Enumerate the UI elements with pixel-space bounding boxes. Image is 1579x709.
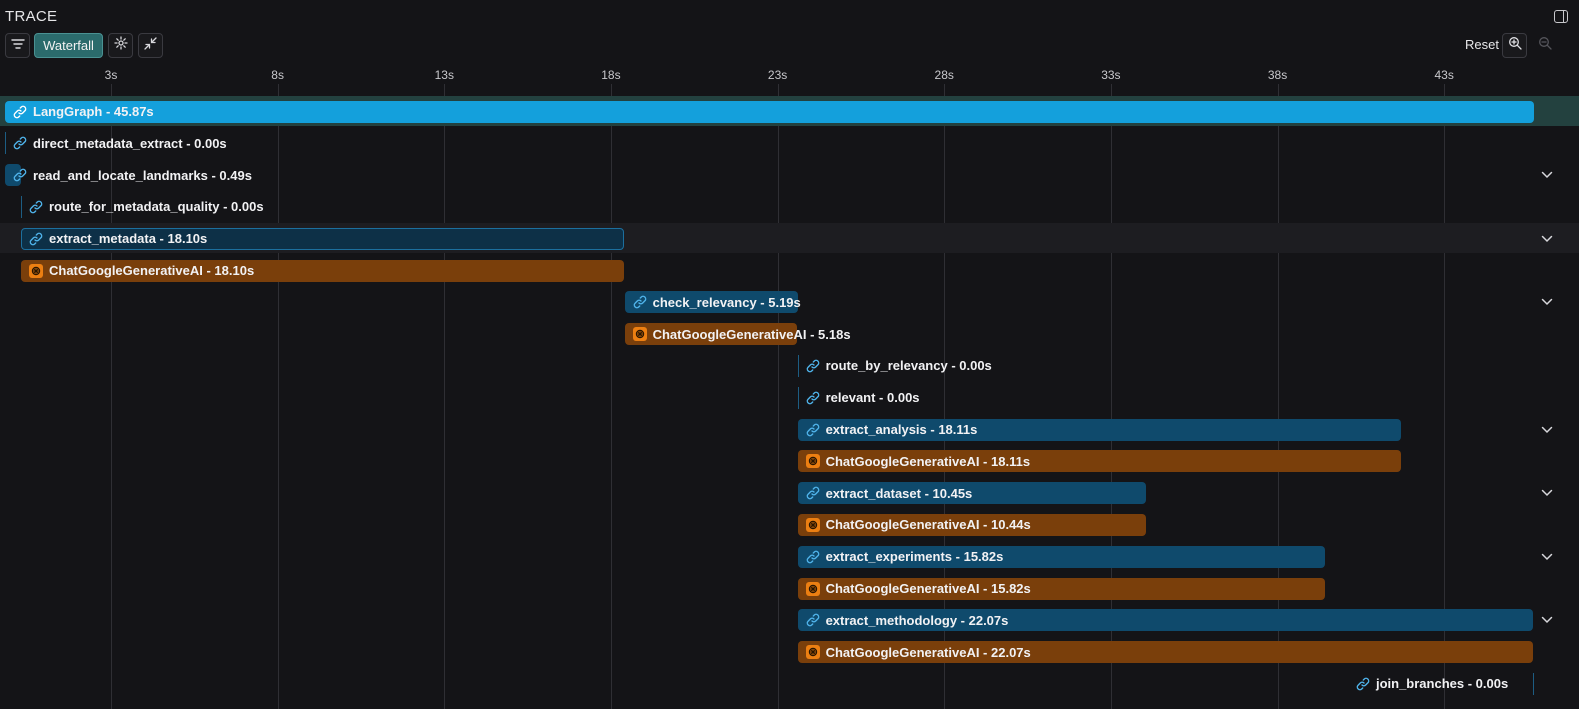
chevron-down-icon[interactable] xyxy=(1540,168,1554,182)
zero-duration-span-marker[interactable] xyxy=(21,195,22,218)
span-row-label[interactable]: read_and_locate_landmarks - 0.49s xyxy=(13,164,252,186)
span-row-label[interactable]: ChatGoogleGenerativeAI - 18.10s xyxy=(29,260,254,282)
filter-button[interactable] xyxy=(5,33,30,58)
span-row-label[interactable]: extract_analysis - 18.11s xyxy=(806,419,978,441)
zoom-in-button[interactable] xyxy=(1502,33,1527,58)
zoom-out-icon xyxy=(1538,36,1552,55)
chevron-down-icon[interactable] xyxy=(1540,295,1554,309)
llm-icon xyxy=(805,645,820,660)
zero-duration-span-marker[interactable] xyxy=(797,386,799,409)
llm-icon xyxy=(805,517,820,532)
gear-icon xyxy=(113,36,128,55)
span-row-label[interactable]: extract_metadata - 18.10s xyxy=(29,228,207,250)
span-row-label[interactable]: join_branches - 0.00s xyxy=(1356,673,1508,695)
link-icon xyxy=(13,105,27,119)
span-row-label[interactable]: LangGraph - 45.87s xyxy=(13,101,154,123)
span-label-text: extract_experiments - 15.82s xyxy=(825,549,1004,565)
link-icon xyxy=(13,168,27,182)
axis-tick-label: 13s xyxy=(434,68,454,82)
span-row-label[interactable]: extract_experiments - 15.82s xyxy=(806,546,1004,568)
link-icon xyxy=(13,136,27,150)
span-label-text: relevant - 0.00s xyxy=(825,390,920,406)
filter-icon xyxy=(10,37,25,55)
link-icon xyxy=(1356,677,1370,691)
span-row-label[interactable]: ChatGoogleGenerativeAI - 18.11s xyxy=(805,450,1031,472)
span-row-label[interactable]: ChatGoogleGenerativeAI - 5.18s xyxy=(632,323,851,345)
chevron-down-icon[interactable] xyxy=(1540,423,1554,437)
span-label-text: check_relevancy - 5.19s xyxy=(652,294,801,310)
zero-duration-span-marker[interactable] xyxy=(797,354,799,377)
axis-tick-label: 38s xyxy=(1267,68,1288,82)
span-row-label[interactable]: check_relevancy - 5.19s xyxy=(633,291,801,313)
link-icon xyxy=(29,232,43,246)
span-label-text: ChatGoogleGenerativeAI - 5.18s xyxy=(652,326,851,342)
llm-icon xyxy=(632,327,647,342)
link-icon xyxy=(806,391,820,405)
link-icon xyxy=(806,550,820,564)
root-span-bar[interactable] xyxy=(5,100,1534,123)
axis-gridline xyxy=(610,84,612,709)
span-label-text: read_and_locate_landmarks - 0.49s xyxy=(33,167,252,183)
axis-gridline xyxy=(777,84,779,709)
zero-duration-span-marker[interactable] xyxy=(1533,672,1535,695)
span-label-text: extract_metadata - 18.10s xyxy=(49,231,208,247)
link-icon xyxy=(633,295,647,309)
panel-toggle-icon[interactable] xyxy=(1554,10,1568,23)
collapse-button[interactable] xyxy=(138,33,163,58)
link-icon xyxy=(806,486,820,500)
axis-tick-label: 8s xyxy=(271,68,284,82)
span-row-label[interactable]: relevant - 0.00s xyxy=(806,387,920,409)
span-row-label[interactable]: ChatGoogleGenerativeAI - 15.82s xyxy=(805,578,1031,600)
axis-tick-label: 43s xyxy=(1434,68,1454,82)
span-label-text: LangGraph - 45.87s xyxy=(33,104,154,119)
zoom-in-icon xyxy=(1508,36,1522,55)
chevron-down-icon[interactable] xyxy=(1540,550,1554,564)
axis-tick-label: 23s xyxy=(767,68,788,82)
span-row-label[interactable]: extract_dataset - 10.45s xyxy=(806,482,973,504)
chevron-down-icon[interactable] xyxy=(1540,486,1554,500)
chevron-down-icon[interactable] xyxy=(1540,613,1554,627)
span-row-label[interactable]: ChatGoogleGenerativeAI - 10.44s xyxy=(805,514,1031,536)
span-label-text: ChatGoogleGenerativeAI - 10.44s xyxy=(825,517,1031,533)
waterfall-view-toggle[interactable]: Waterfall xyxy=(34,33,103,58)
llm-icon xyxy=(805,581,820,596)
span-row-label[interactable]: route_by_relevancy - 0.00s xyxy=(806,355,992,377)
reset-button[interactable]: Reset xyxy=(1465,37,1499,52)
llm-icon xyxy=(29,263,43,278)
span-row-label[interactable]: ChatGoogleGenerativeAI - 22.07s xyxy=(805,641,1031,663)
collapse-icon xyxy=(144,36,157,55)
span-label-text: ChatGoogleGenerativeAI - 22.07s xyxy=(825,644,1031,660)
axis-tick-label: 3s xyxy=(104,68,118,82)
span-row-label[interactable]: route_for_metadata_quality - 0.00s xyxy=(29,196,264,218)
axis-tick-label: 33s xyxy=(1101,68,1121,82)
settings-button[interactable] xyxy=(108,33,133,58)
span-label-text: ChatGoogleGenerativeAI - 15.82s xyxy=(825,581,1031,596)
span-label-text: extract_methodology - 22.07s xyxy=(825,612,1009,628)
span-label-text: extract_dataset - 10.45s xyxy=(825,485,973,501)
span-label-text: extract_analysis - 18.11s xyxy=(825,422,978,437)
axis-gridline xyxy=(277,84,279,709)
panel-title: TRACE xyxy=(5,8,58,25)
span-label-text: join_branches - 0.00s xyxy=(1375,676,1509,692)
span-row-label[interactable]: direct_metadata_extract - 0.00s xyxy=(13,132,227,154)
axis-tick-label: 18s xyxy=(601,68,621,82)
span-label-text: direct_metadata_extract - 0.00s xyxy=(33,135,227,151)
span-label-text: ChatGoogleGenerativeAI - 18.11s xyxy=(825,453,1031,469)
llm-icon xyxy=(805,454,820,469)
span-label-text: route_for_metadata_quality - 0.00s xyxy=(49,199,264,215)
zoom-out-button[interactable] xyxy=(1532,33,1557,58)
span-label-text: route_by_relevancy - 0.00s xyxy=(825,358,992,374)
link-icon xyxy=(806,613,820,627)
link-icon xyxy=(29,200,43,214)
link-icon xyxy=(806,423,820,437)
chevron-down-icon[interactable] xyxy=(1540,232,1554,246)
axis-gridline xyxy=(444,84,446,709)
link-icon xyxy=(806,359,820,373)
span-label-text: ChatGoogleGenerativeAI - 18.10s xyxy=(49,263,255,278)
axis-tick-label: 28s xyxy=(934,68,954,82)
zero-duration-span-marker[interactable] xyxy=(5,132,6,155)
span-row-label[interactable]: extract_methodology - 22.07s xyxy=(806,609,1009,631)
